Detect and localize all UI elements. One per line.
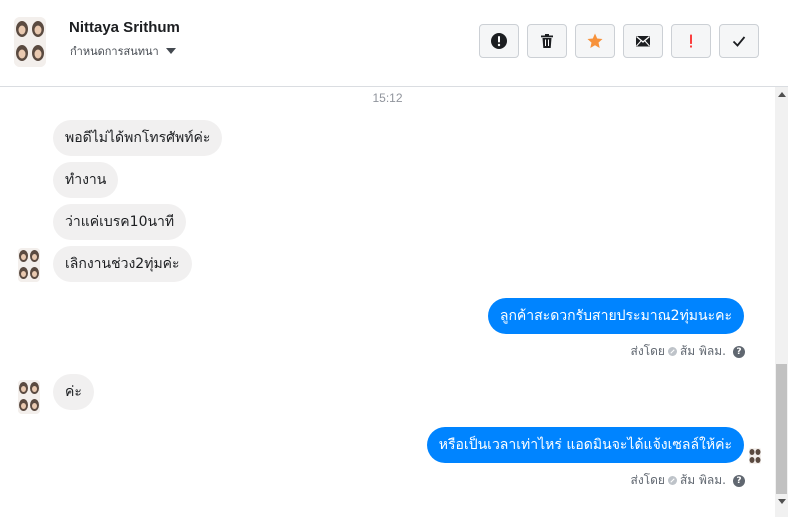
outgoing-message[interactable]: หรือเป็นเวลาเท่าไหร่ แอดมินจะได้แจ้งเซลล… <box>426 427 744 463</box>
contact-avatar[interactable] <box>14 17 46 67</box>
help-icon[interactable]: ? <box>733 345 745 358</box>
check-icon <box>732 36 746 47</box>
agent-status-icon <box>667 347 677 356</box>
star-icon <box>587 33 603 48</box>
sent-by-info: ส่งโดย ส้ม พิลม. ? <box>630 471 745 490</box>
agent-name[interactable]: ส้ม พิลม. <box>680 342 726 361</box>
scroll-up-arrow-icon[interactable] <box>775 87 788 101</box>
trash-icon <box>541 34 553 48</box>
incoming-message[interactable]: ว่าแค่เบรค10นาที <box>53 204 187 240</box>
exclamation-icon <box>690 34 692 48</box>
agent-name[interactable]: ส้ม พิลม. <box>680 471 726 490</box>
conversation-label-dropdown[interactable]: กำหนดการสนทนา <box>70 43 176 59</box>
message-thread[interactable]: 15:12 พอดีไม่ได้พกโทรศัพท์ค่ะ ทำงาน ว่าแ… <box>0 87 775 517</box>
caret-down-icon <box>165 48 176 54</box>
mark-done-button[interactable] <box>719 24 759 58</box>
incoming-message[interactable]: ทำงาน <box>53 162 119 198</box>
mark-important-button[interactable] <box>671 24 711 58</box>
envelope-icon <box>636 36 650 47</box>
exclamation-circle-icon <box>491 33 507 49</box>
conversation-header: Nittaya Srithum กำหนดการสนทนา <box>0 0 788 87</box>
incoming-message[interactable]: ค่ะ <box>53 374 94 410</box>
label-dropdown-text: กำหนดการสนทนา <box>70 45 159 58</box>
outgoing-message[interactable]: ลูกค้าสะดวกรับสายประมาณ2ทุ่มนะคะ <box>487 298 744 334</box>
help-icon[interactable]: ? <box>733 474 745 487</box>
sent-by-info: ส่งโดย ส้ม พิลม. ? <box>630 342 745 361</box>
agent-status-icon <box>667 476 677 485</box>
sent-by-label: ส่งโดย <box>630 473 665 487</box>
sent-by-label: ส่งโดย <box>630 344 665 358</box>
scroll-down-arrow-icon[interactable] <box>775 495 788 509</box>
delete-button[interactable] <box>527 24 567 58</box>
incoming-message[interactable]: เลิกงานช่วง2ทุ่มค่ะ <box>53 246 192 282</box>
contact-name[interactable]: Nittaya Srithum <box>69 19 180 36</box>
mark-unread-button[interactable] <box>623 24 663 58</box>
seen-avatar <box>749 448 761 464</box>
conversation-toolbar <box>479 24 759 58</box>
star-button[interactable] <box>575 24 615 58</box>
thread-scrollbar[interactable] <box>775 87 788 517</box>
incoming-message[interactable]: พอดีไม่ได้พกโทรศัพท์ค่ะ <box>53 120 223 156</box>
scrollbar-thumb[interactable] <box>776 364 787 494</box>
sender-avatar <box>18 380 40 414</box>
mark-spam-button[interactable] <box>479 24 519 58</box>
sender-avatar <box>18 248 40 282</box>
message-timestamp: 15:12 <box>372 91 403 105</box>
